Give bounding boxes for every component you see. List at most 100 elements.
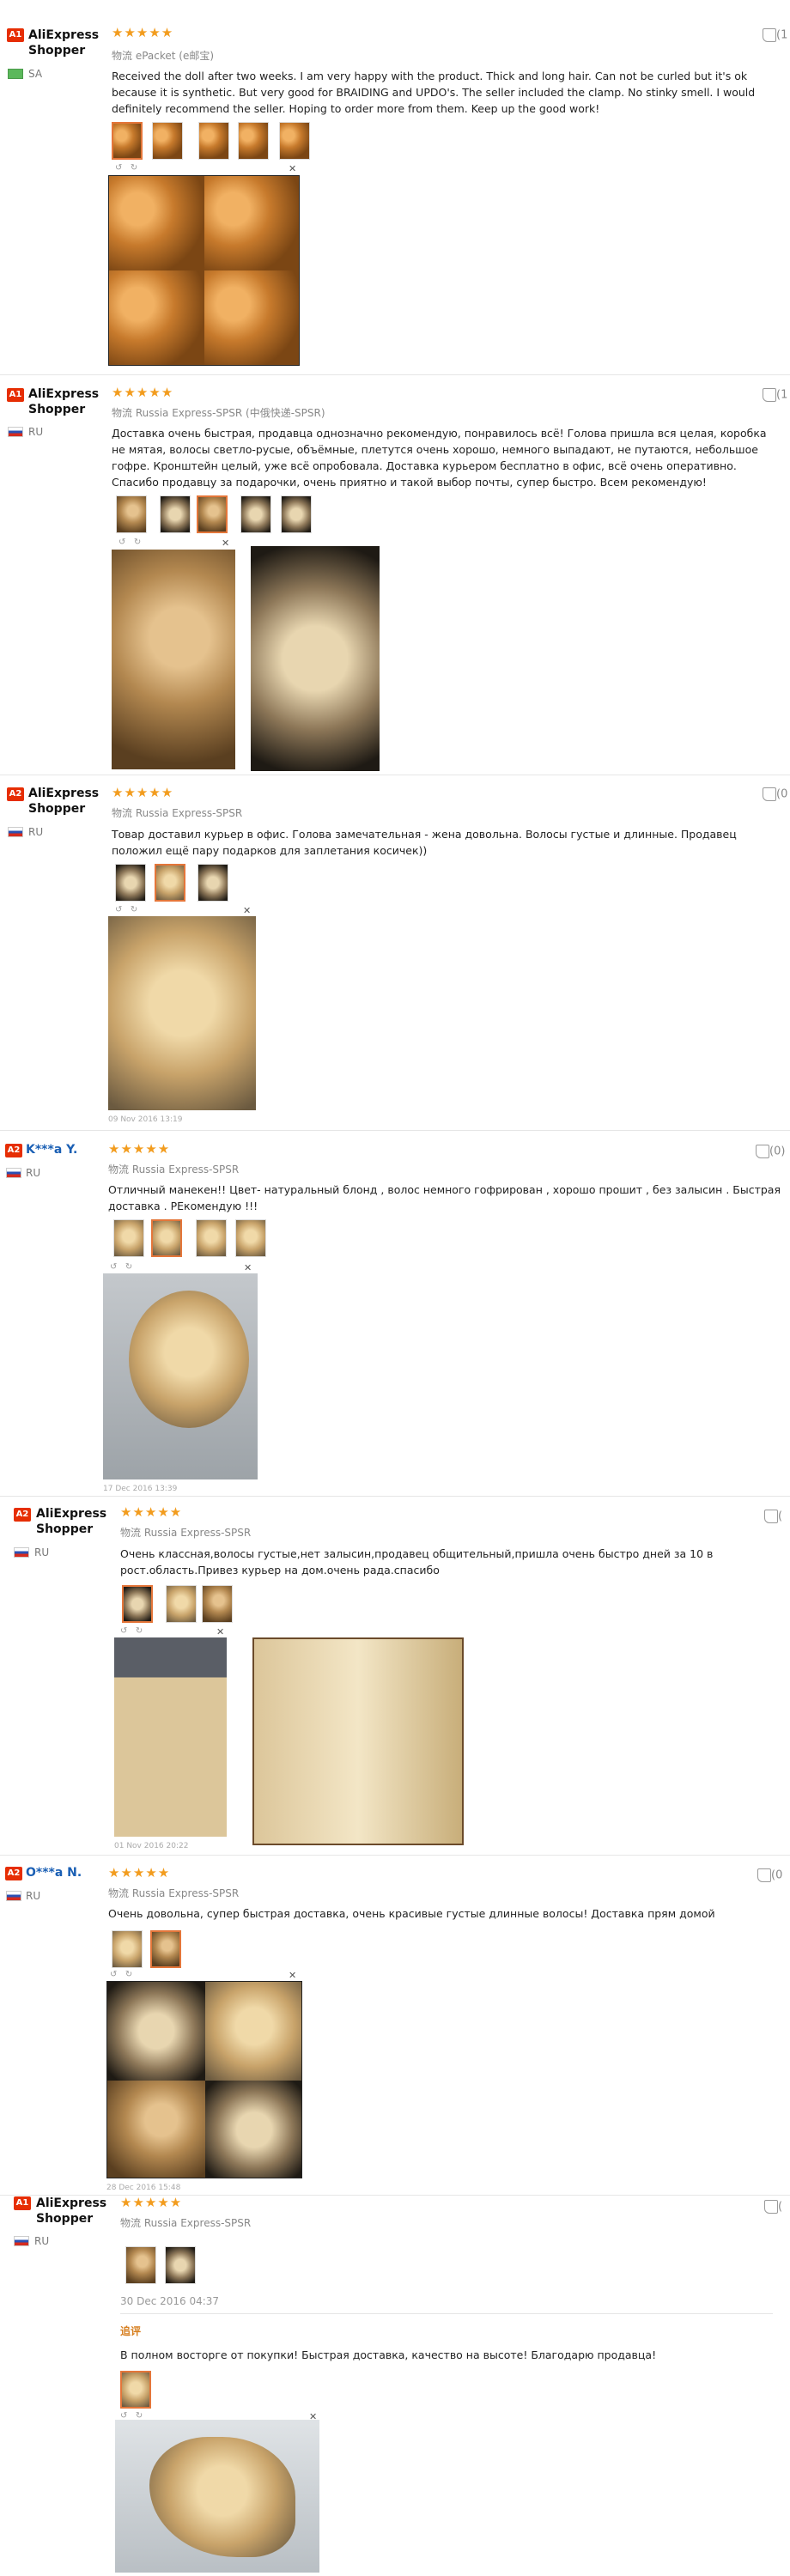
star-rating: ★★★★★ (120, 1504, 183, 1520)
reviewer-name[interactable]: K***a Y. (26, 1142, 120, 1157)
thumbs-up-icon (756, 1145, 769, 1158)
photo-thumbnail[interactable] (240, 495, 271, 533)
close-icon[interactable]: ✕ (289, 1970, 296, 1981)
photo-thumbnail[interactable] (197, 495, 228, 533)
country-flag (6, 1168, 21, 1178)
photo-thumbnail[interactable] (115, 864, 146, 902)
photo-thumbnail[interactable] (166, 1585, 197, 1623)
rotate-controls[interactable]: ↺ ↻ (118, 538, 141, 547)
photo-thumbnail[interactable] (198, 122, 229, 160)
star-rating: ★★★★★ (120, 2195, 183, 2210)
photo-thumbnail[interactable] (165, 2246, 196, 2284)
star-rating: ★★★★★ (112, 785, 174, 800)
member-badge: A1 (14, 2196, 31, 2210)
country-code: RU (28, 426, 44, 438)
photo-thumbnail[interactable] (238, 122, 269, 160)
photo-thumbnail[interactable] (155, 864, 185, 902)
shipping-method: 物流 Russia Express-SPSR (120, 1527, 252, 1539)
reviewer-name: AliExpress Shopper (36, 1507, 107, 1536)
like-button[interactable]: (1 (763, 388, 787, 402)
thumbs-up-icon (764, 1510, 778, 1523)
close-icon[interactable]: ✕ (243, 905, 251, 916)
review-date: 30 Dec 2016 04:37 (120, 2295, 220, 2307)
photo-thumbnail[interactable] (116, 495, 147, 533)
country-flag (8, 69, 23, 79)
shipping-method: 物流 Russia Express-SPSR (中俄快递-SPSR) (112, 407, 325, 419)
rotate-controls[interactable]: ↺ ↻ (110, 1262, 132, 1272)
photo-thumbnail[interactable] (152, 122, 183, 160)
star-rating: ★★★★★ (108, 1141, 171, 1157)
followup-text: В полном восторге от покупки! Быстрая до… (120, 2348, 657, 2361)
review-text: Доставка очень быстрая, продавца однозна… (112, 427, 767, 489)
photo-thumbnail[interactable] (120, 2371, 151, 2409)
country-flag (8, 827, 23, 837)
like-button[interactable]: (1 (763, 28, 787, 42)
photo-thumbnail[interactable] (198, 864, 228, 902)
like-count: ( (778, 1510, 783, 1523)
review-text: Товар доставил курьер в офис. Голова зам… (112, 828, 737, 857)
review-photo[interactable] (115, 2420, 319, 2573)
photo-thumbnail[interactable] (122, 1585, 153, 1623)
reviewer-name: AliExpress Shopper (36, 2196, 107, 2226)
review-text: Очень довольна, супер быстрая доставка, … (108, 1907, 715, 1920)
reviewer-name: AliExpress Shopper (28, 28, 100, 58)
close-icon[interactable]: ✕ (216, 1626, 224, 1637)
like-button[interactable]: (0 (763, 787, 787, 801)
review-photo[interactable] (251, 546, 380, 771)
reviewer-name[interactable]: O***a N. (26, 1865, 120, 1880)
rotate-controls[interactable]: ↺ ↻ (115, 905, 137, 914)
review-photo[interactable] (108, 916, 256, 1110)
followup-divider (120, 2313, 773, 2314)
like-button[interactable]: ( (764, 2200, 782, 2214)
photo-thumbnail[interactable] (113, 1219, 144, 1257)
country-flag (14, 2236, 29, 2246)
thumbs-up-icon (757, 1868, 771, 1882)
reviewer-name: AliExpress Shopper (28, 387, 100, 416)
photo-thumbnail[interactable] (150, 1930, 181, 1968)
review-photo[interactable] (252, 1637, 464, 1845)
review-photo[interactable] (112, 550, 235, 769)
photo-thumbnail[interactable] (160, 495, 191, 533)
photo-thumbnail[interactable] (125, 2246, 156, 2284)
star-rating: ★★★★★ (108, 1865, 171, 1880)
country-code: RU (28, 826, 44, 838)
rotate-controls[interactable]: ↺ ↻ (110, 1970, 132, 1979)
rotate-controls[interactable]: ↺ ↻ (115, 163, 137, 173)
member-badge: A2 (5, 1867, 22, 1880)
photo-thumbnail[interactable] (281, 495, 312, 533)
member-badge: A1 (7, 388, 24, 402)
country-code: RU (34, 1546, 50, 1558)
thumbs-up-icon (763, 28, 776, 42)
thumbs-up-icon (763, 787, 776, 801)
close-icon[interactable]: ✕ (244, 1262, 252, 1273)
like-button[interactable]: ( (764, 1510, 782, 1523)
photo-thumbnail[interactable] (112, 122, 143, 160)
country-code: RU (26, 1890, 41, 1902)
like-count: (0 (771, 1868, 783, 1882)
photo-thumbnail[interactable] (196, 1219, 227, 1257)
review-text: Received the doll after two weeks. I am … (112, 70, 756, 115)
member-badge: A2 (14, 1508, 31, 1522)
star-rating: ★★★★★ (112, 385, 174, 400)
shipping-method: 物流 Russia Express-SPSR (108, 1163, 240, 1176)
photo-thumbnail[interactable] (202, 1585, 233, 1623)
shipping-method: 物流 Russia Express-SPSR (120, 2217, 252, 2229)
country-code: RU (34, 2235, 50, 2247)
photo-thumbnail[interactable] (235, 1219, 266, 1257)
photo-thumbnail[interactable] (112, 1930, 143, 1968)
close-icon[interactable]: ✕ (289, 163, 296, 174)
close-icon[interactable]: ✕ (222, 538, 229, 549)
review-date: 17 Dec 2016 13:39 (103, 1485, 178, 1493)
photo-thumbnail[interactable] (151, 1219, 182, 1257)
country-flag (6, 1891, 21, 1901)
review-photo[interactable] (108, 175, 300, 366)
review-photo[interactable] (106, 1981, 302, 2178)
like-button[interactable]: (0 (757, 1868, 782, 1882)
rotate-controls[interactable]: ↺ ↻ (120, 1626, 143, 1636)
review-date: 28 Dec 2016 15:48 (106, 2184, 181, 2192)
like-button[interactable]: (0) (756, 1145, 785, 1158)
photo-thumbnail[interactable] (279, 122, 310, 160)
review-photo[interactable] (103, 1273, 258, 1479)
review-photo[interactable] (114, 1637, 227, 1837)
followup-label: 追评 (120, 2325, 142, 2337)
